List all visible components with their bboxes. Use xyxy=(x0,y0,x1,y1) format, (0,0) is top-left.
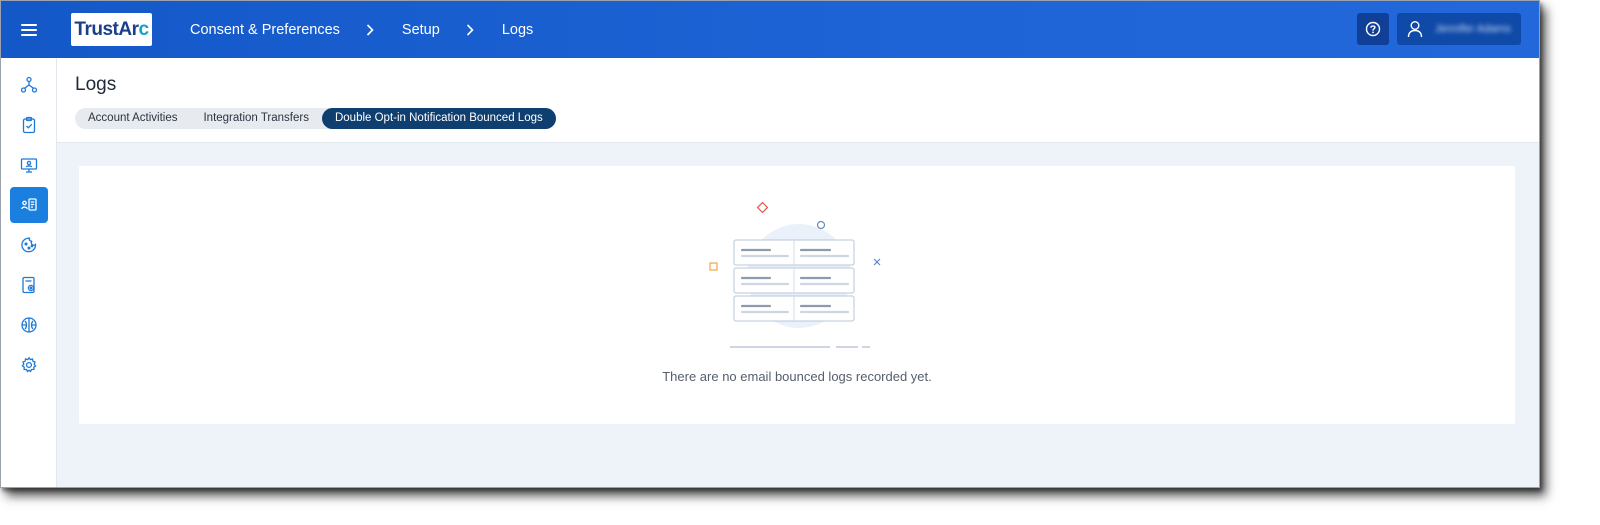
tab-double-opt-in-bounced-logs[interactable]: Double Opt-in Notification Bounced Logs xyxy=(321,108,556,129)
page-title: Logs xyxy=(75,74,117,95)
trustarc-logo[interactable]: TrustAr c xyxy=(71,13,152,46)
empty-table-illustration xyxy=(709,202,881,348)
log-tabs: Account Activities Integration Transfers… xyxy=(75,108,556,129)
top-bar: TrustAr c Consent & Preferences Setup Log… xyxy=(1,1,1539,58)
app-window: TrustAr c Consent & Preferences Setup Log… xyxy=(0,0,1540,488)
page-header: Logs Account Activities Integration Tran… xyxy=(57,58,1539,143)
breadcrumb-logs[interactable]: Logs xyxy=(502,22,533,38)
help-circle-icon xyxy=(1365,21,1381,37)
chevron-right-icon xyxy=(466,23,476,37)
sidebar xyxy=(1,58,57,487)
chevron-right-icon xyxy=(366,23,376,37)
gear-icon[interactable] xyxy=(10,347,48,383)
menu-icon[interactable] xyxy=(1,1,57,58)
network-icon[interactable] xyxy=(10,67,48,103)
help-button[interactable] xyxy=(1357,13,1389,45)
brain-icon[interactable] xyxy=(10,307,48,343)
empty-state-message: There are no email bounced logs recorded… xyxy=(662,369,932,384)
user-menu-button[interactable]: Jennifer Adams xyxy=(1397,13,1521,45)
clipboard-check-icon[interactable] xyxy=(10,107,48,143)
tab-account-activities[interactable]: Account Activities xyxy=(75,108,190,129)
user-name: Jennifer Adams xyxy=(1435,23,1511,35)
user-icon xyxy=(1407,21,1423,38)
breadcrumb-setup[interactable]: Setup xyxy=(402,22,440,38)
breadcrumb: Consent & Preferences Setup Logs xyxy=(190,22,533,38)
content-panel: There are no email bounced logs recorded… xyxy=(79,166,1515,424)
user-document-icon[interactable] xyxy=(10,187,48,223)
document-settings-icon[interactable] xyxy=(10,267,48,303)
globe-cookie-icon[interactable] xyxy=(10,227,48,263)
monitor-icon[interactable] xyxy=(10,147,48,183)
breadcrumb-consent-preferences[interactable]: Consent & Preferences xyxy=(190,22,340,38)
tab-integration-transfers[interactable]: Integration Transfers xyxy=(190,108,321,129)
